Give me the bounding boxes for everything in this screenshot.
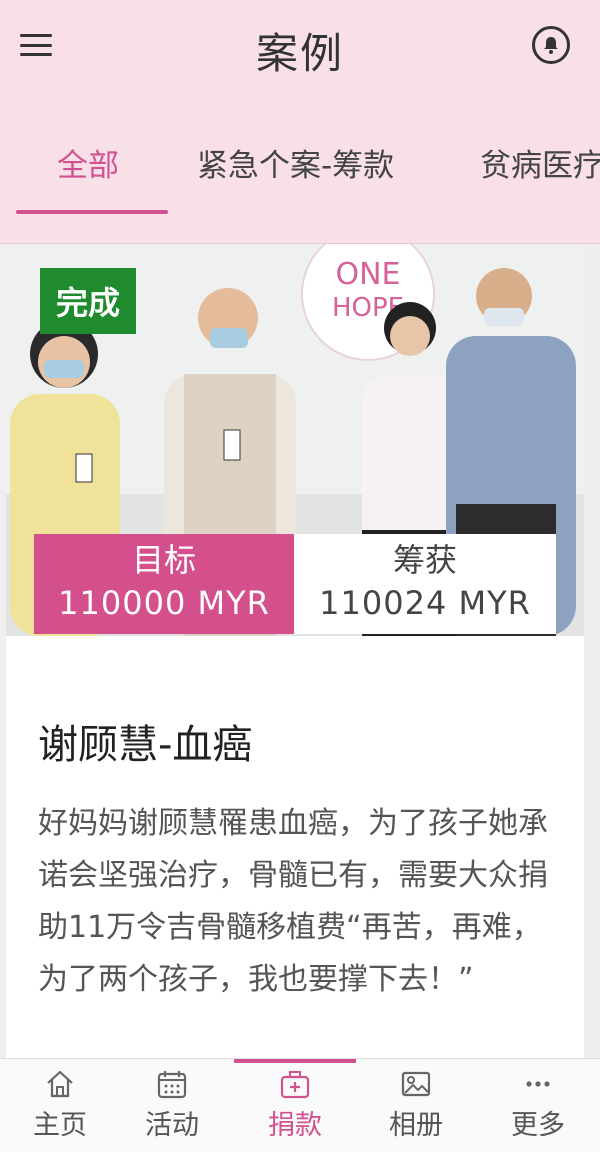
target-value: 110000 MYR — [58, 584, 270, 622]
tab-all[interactable]: 全部 — [57, 140, 119, 185]
nav-more-label: 更多 — [511, 1110, 565, 1141]
nav-events-label: 活动 — [145, 1110, 199, 1141]
top-app-bar: 案例 全部 紧急个案-筹款 贫病医疗 — [0, 0, 600, 244]
photo-logo-text-one: ONE — [335, 257, 400, 292]
nav-home-label: 主页 — [33, 1110, 87, 1141]
case-description: 好妈妈谢顾慧罹患血癌，为了孩子她承诺会坚强治疗，骨髓已有，需要大众捐助11万令吉… — [38, 806, 548, 997]
target-label: 目标 — [131, 541, 196, 579]
tab-poor-medical[interactable]: 贫病医疗 — [480, 140, 600, 185]
donation-box-icon — [280, 1071, 310, 1099]
active-tab-indicator — [16, 210, 168, 214]
tab-urgent-fundraising[interactable]: 紧急个案-筹款 — [197, 140, 394, 185]
calendar-icon — [157, 1071, 187, 1099]
nav-donate[interactable]: 捐款 — [235, 1059, 355, 1152]
nav-home[interactable]: 主页 — [0, 1059, 120, 1152]
nav-events[interactable]: 活动 — [112, 1059, 232, 1152]
status-badge: 完成 — [40, 268, 136, 334]
photo-album-icon — [401, 1071, 431, 1097]
nav-album[interactable]: 相册 — [356, 1059, 476, 1152]
bottom-navigation: 主页 活动 捐款 相册 更多 — [0, 1058, 600, 1152]
raised-value: 110024 MYR — [319, 584, 531, 622]
raised-label: 筹获 — [392, 541, 457, 579]
case-title: 谢顾慧-血癌 — [38, 722, 253, 768]
target-amount-box: 目标 110000 MYR — [34, 534, 294, 634]
category-tabs: 全部 紧急个案-筹款 贫病医疗 — [0, 140, 600, 220]
more-dots-icon — [526, 1081, 550, 1087]
nav-more[interactable]: 更多 — [478, 1059, 598, 1152]
nav-donate-label: 捐款 — [268, 1110, 322, 1141]
page-title: 案例 — [255, 29, 344, 78]
case-photo: ONE HOPE 完成 目标 110000 MYR 筹获 110024 MYR — [6, 244, 584, 636]
nav-album-label: 相册 — [389, 1110, 443, 1141]
case-card[interactable]: ONE HOPE 完成 目标 110000 MYR 筹获 110024 MYR … — [6, 244, 584, 1064]
home-icon — [47, 1070, 73, 1098]
bell-icon[interactable] — [532, 26, 570, 64]
raised-amount-box: 筹获 110024 MYR — [294, 534, 556, 634]
